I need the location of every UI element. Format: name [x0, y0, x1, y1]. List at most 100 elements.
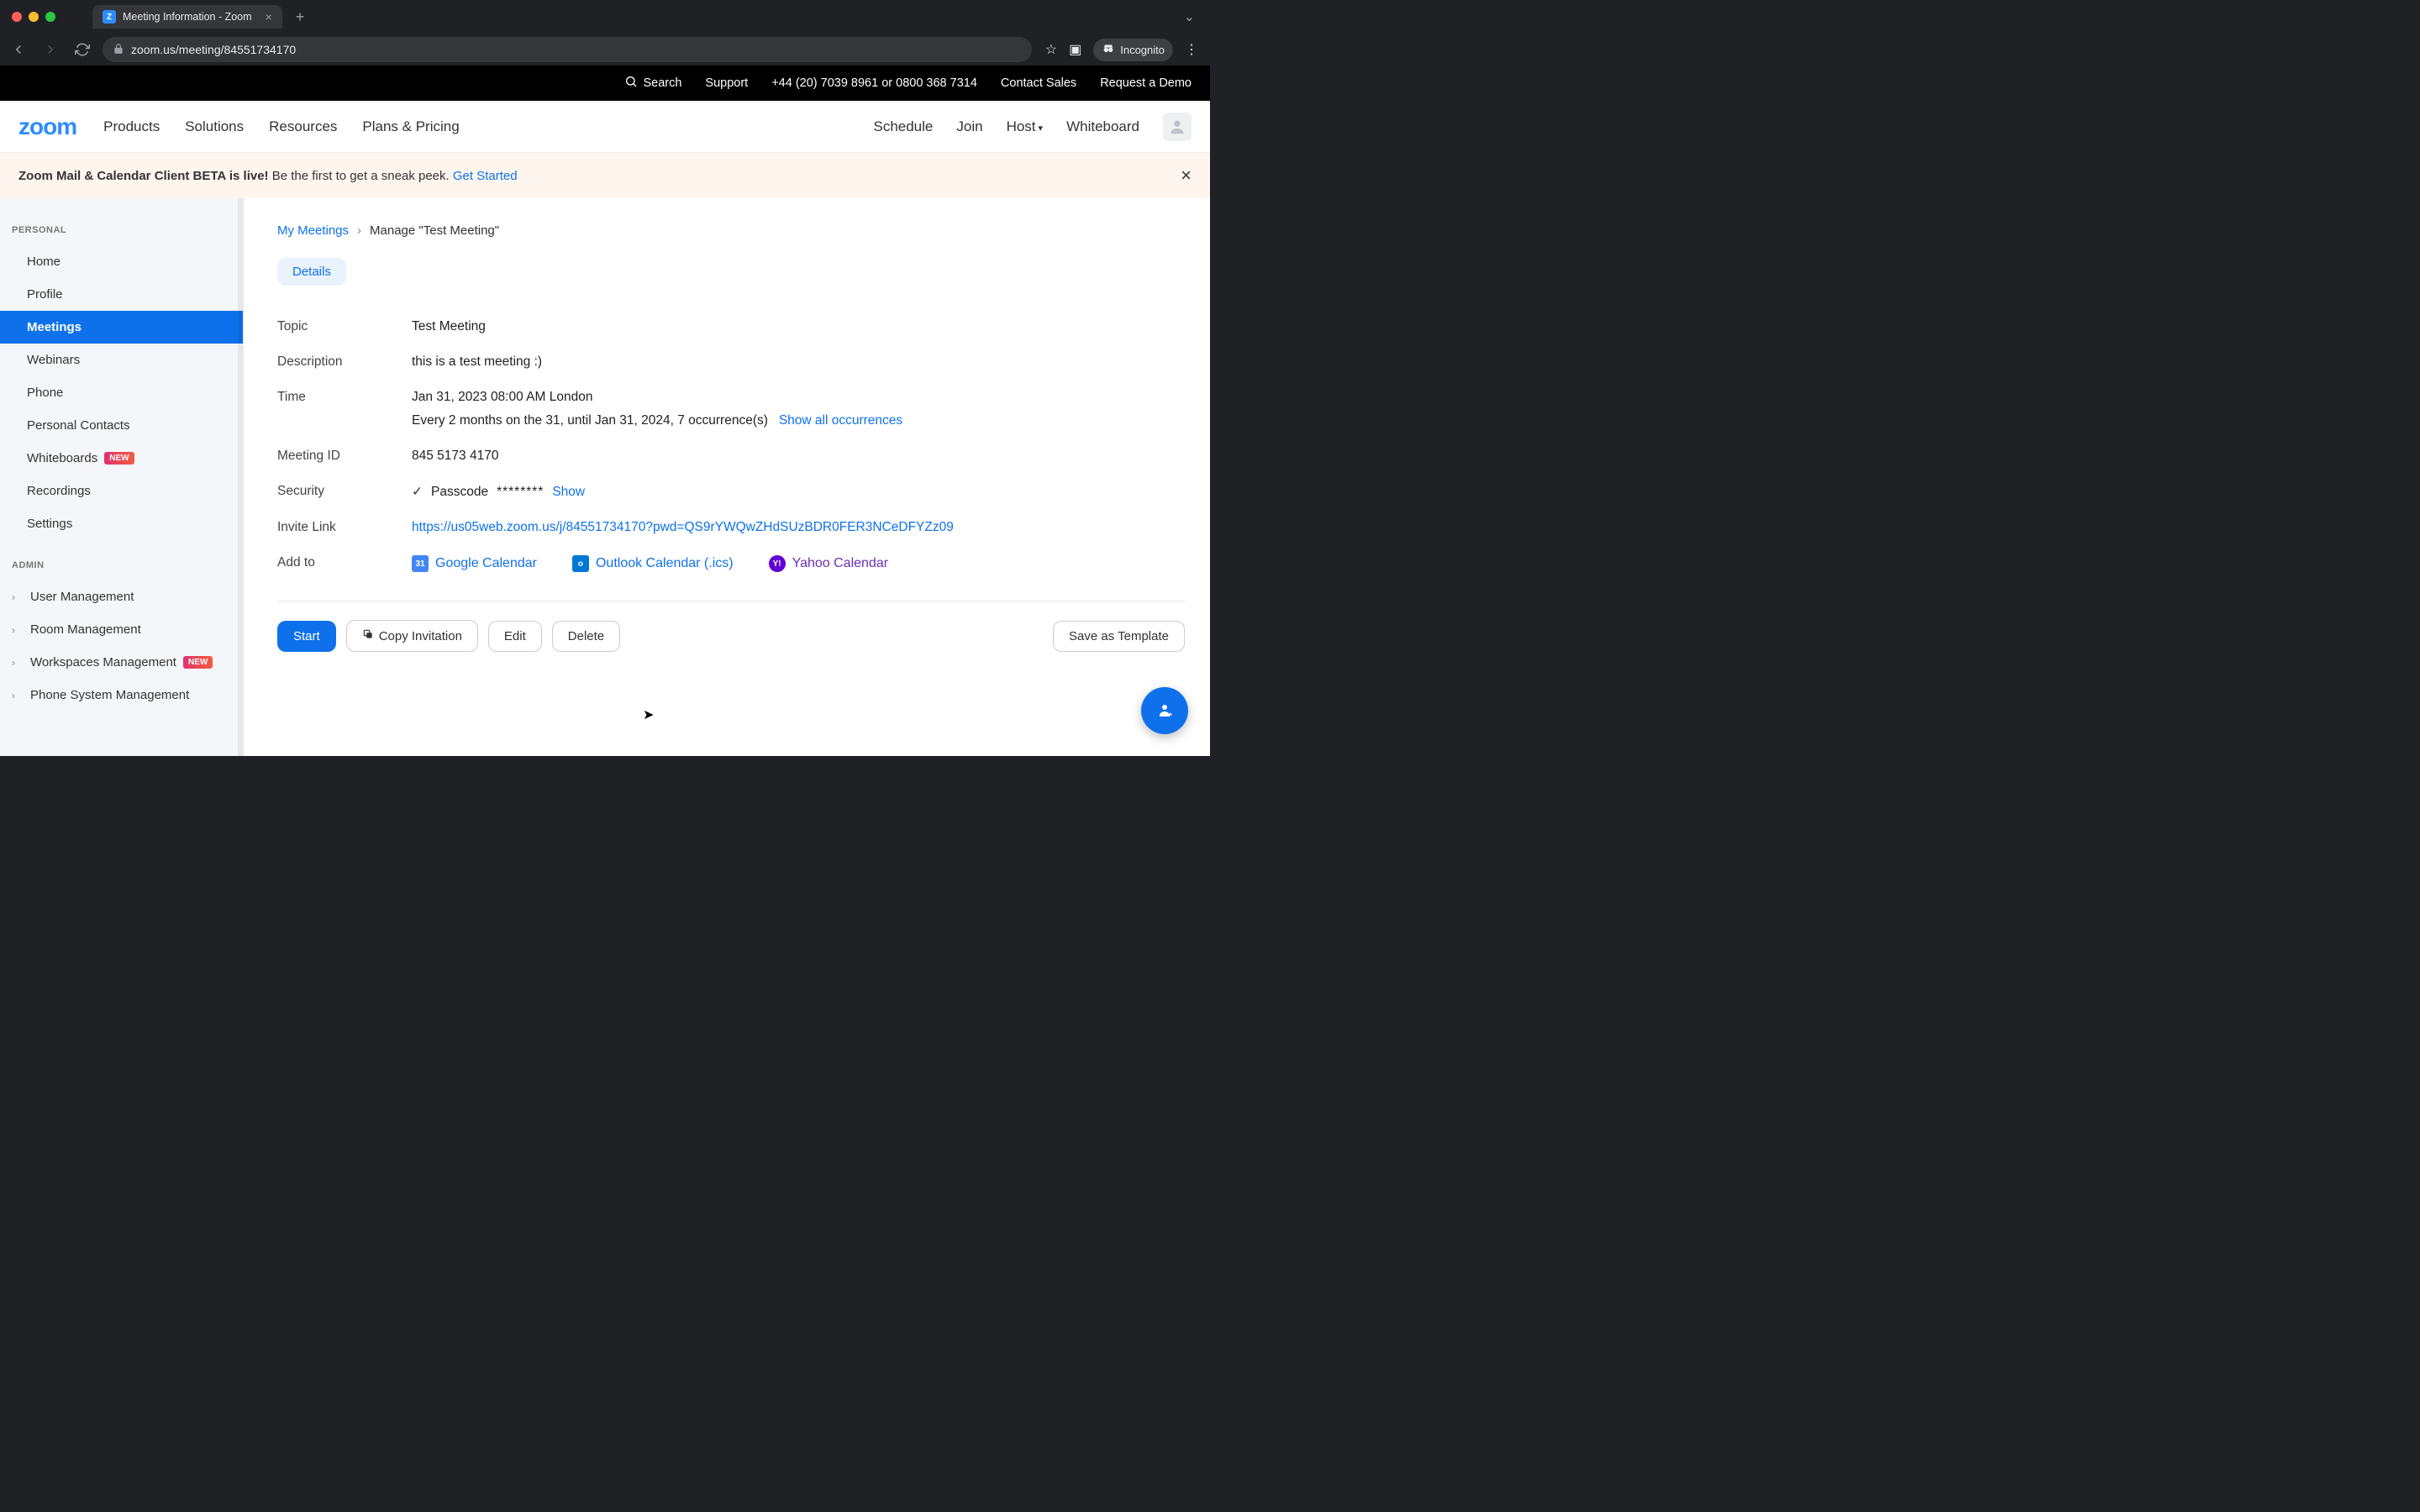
sidebar-item-meetings[interactable]: Meetings	[0, 311, 243, 344]
nav-resources[interactable]: Resources	[269, 118, 337, 135]
lock-icon	[113, 43, 124, 57]
tab-close-icon[interactable]: ×	[266, 10, 272, 24]
incognito-label: Incognito	[1120, 44, 1165, 56]
back-button[interactable]	[7, 38, 30, 61]
sidebar-item-room-mgmt[interactable]: ›Room Management	[0, 613, 243, 646]
label-security: Security	[277, 484, 412, 500]
main-nav: zoom Products Solutions Resources Plans …	[0, 101, 1210, 153]
sidebar-item-webinars[interactable]: Webinars	[0, 344, 243, 376]
copy-invitation-button[interactable]: Copy Invitation	[346, 620, 478, 652]
breadcrumb-my-meetings[interactable]: My Meetings	[277, 223, 349, 238]
nav-whiteboard[interactable]: Whiteboard	[1066, 118, 1139, 135]
show-passcode-link[interactable]: Show	[552, 485, 585, 500]
zoom-logo[interactable]: zoom	[18, 113, 76, 140]
google-calendar-icon: 31	[412, 555, 429, 572]
support-link[interactable]: Support	[705, 76, 748, 90]
reload-button[interactable]	[71, 38, 94, 61]
sidebar-item-personal-contacts[interactable]: Personal Contacts	[0, 409, 243, 442]
browser-menu-icon[interactable]: ⋮	[1185, 41, 1198, 58]
copy-icon	[362, 628, 374, 643]
value-topic: Test Meeting	[412, 319, 1185, 334]
breadcrumb-current: Manage "Test Meeting"	[370, 223, 499, 238]
sidebar-heading-admin: ADMIN	[0, 555, 243, 580]
promo-banner: Zoom Mail & Calendar Client BETA is live…	[0, 153, 1210, 198]
invite-link[interactable]: https://us05web.zoom.us/j/84551734170?pw…	[412, 520, 954, 534]
label-meeting-id: Meeting ID	[277, 449, 412, 464]
chevron-right-icon: ›	[12, 591, 24, 603]
new-badge: NEW	[183, 656, 213, 669]
tab-details[interactable]: Details	[277, 258, 346, 286]
new-badge: NEW	[104, 452, 134, 465]
browser-tab[interactable]: Z Meeting Information - Zoom ×	[92, 5, 282, 29]
window-close-btn[interactable]	[12, 12, 22, 22]
sidebar-item-profile[interactable]: Profile	[0, 278, 243, 311]
search-label: Search	[643, 76, 681, 90]
check-icon: ✓	[412, 484, 423, 500]
sidebar-item-settings[interactable]: Settings	[0, 507, 243, 540]
contact-sales-link[interactable]: Contact Sales	[1001, 76, 1076, 90]
address-bar[interactable]: zoom.us/meeting/84551734170	[103, 37, 1032, 62]
chat-fab[interactable]	[1141, 687, 1188, 734]
banner-close-icon[interactable]: ×	[1181, 165, 1192, 186]
label-description: Description	[277, 354, 412, 370]
tabs-dropdown-icon[interactable]: ⌄	[1176, 8, 1203, 25]
nav-join[interactable]: Join	[956, 118, 982, 135]
sidebar-item-whiteboards[interactable]: Whiteboards NEW	[0, 442, 243, 475]
yahoo-calendar-link[interactable]: Y! Yahoo Calendar	[769, 555, 888, 572]
label-add-to: Add to	[277, 555, 412, 572]
user-avatar[interactable]	[1163, 113, 1192, 141]
panel-icon[interactable]: ▣	[1069, 41, 1081, 58]
outlook-calendar-link[interactable]: o Outlook Calendar (.ics)	[572, 555, 734, 572]
utility-search[interactable]: Search	[624, 75, 681, 92]
sidebar-item-home[interactable]: Home	[0, 245, 243, 278]
sidebar-item-recordings[interactable]: Recordings	[0, 475, 243, 507]
nav-plans[interactable]: Plans & Pricing	[362, 118, 459, 135]
forward-button[interactable]	[39, 38, 62, 61]
nav-products[interactable]: Products	[103, 118, 160, 135]
sidebar-heading-personal: PERSONAL	[0, 220, 243, 245]
save-as-template-button[interactable]: Save as Template	[1053, 621, 1185, 652]
nav-host[interactable]: Host▾	[1007, 118, 1044, 135]
google-calendar-link[interactable]: 31 Google Calendar	[412, 555, 537, 572]
nav-schedule[interactable]: Schedule	[873, 118, 933, 135]
sidebar-item-user-mgmt[interactable]: ›User Management	[0, 580, 243, 613]
edit-button[interactable]: Edit	[488, 621, 542, 652]
chevron-right-icon: ›	[357, 223, 361, 238]
show-occurrences-link[interactable]: Show all occurrences	[779, 413, 902, 428]
chevron-right-icon: ›	[12, 624, 24, 636]
banner-text: Be the first to get a sneak peek.	[272, 169, 453, 183]
page-content: Search Support +44 (20) 7039 8961 or 080…	[0, 66, 1210, 756]
value-meeting-id: 845 5173 4170	[412, 449, 1185, 464]
new-tab-button[interactable]: +	[289, 8, 312, 26]
passcode-masked: ********	[497, 485, 544, 500]
window-minimize-btn[interactable]	[29, 12, 39, 22]
sidebar-item-phone[interactable]: Phone	[0, 376, 243, 409]
chevron-right-icon: ›	[12, 690, 24, 701]
window-maximize-btn[interactable]	[45, 12, 55, 22]
search-icon	[624, 75, 638, 92]
bookmark-icon[interactable]: ☆	[1045, 41, 1057, 58]
value-time: Jan 31, 2023 08:00 AM London	[412, 390, 1185, 405]
phone-link[interactable]: +44 (20) 7039 8961 or 0800 368 7314	[771, 76, 977, 90]
sidebar-item-workspaces-mgmt[interactable]: ›Workspaces ManagementNEW	[0, 646, 243, 679]
main-content: My Meetings › Manage "Test Meeting" Deta…	[244, 198, 1210, 756]
label-topic: Topic	[277, 319, 412, 334]
delete-button[interactable]: Delete	[552, 621, 620, 652]
utility-bar: Search Support +44 (20) 7039 8961 or 080…	[0, 66, 1210, 101]
breadcrumb: My Meetings › Manage "Test Meeting"	[277, 223, 1185, 238]
sidebar-item-phone-sys-mgmt[interactable]: ›Phone System Management	[0, 679, 243, 711]
nav-solutions[interactable]: Solutions	[185, 118, 244, 135]
start-button[interactable]: Start	[277, 621, 336, 652]
sidebar: PERSONAL Home Profile Meetings Webinars …	[0, 198, 244, 756]
label-invite-link: Invite Link	[277, 520, 412, 535]
banner-get-started-link[interactable]: Get Started	[453, 169, 518, 183]
incognito-badge[interactable]: Incognito	[1093, 39, 1173, 61]
outlook-calendar-icon: o	[572, 555, 589, 572]
passcode-label: Passcode	[431, 485, 488, 500]
tab-title: Meeting Information - Zoom	[123, 11, 252, 23]
incognito-icon	[1102, 42, 1115, 58]
value-recurrence: Every 2 months on the 31, until Jan 31, …	[412, 413, 768, 428]
request-demo-link[interactable]: Request a Demo	[1100, 76, 1192, 90]
chevron-right-icon: ›	[12, 657, 24, 669]
banner-bold: Zoom Mail & Calendar Client BETA is live…	[18, 169, 269, 183]
